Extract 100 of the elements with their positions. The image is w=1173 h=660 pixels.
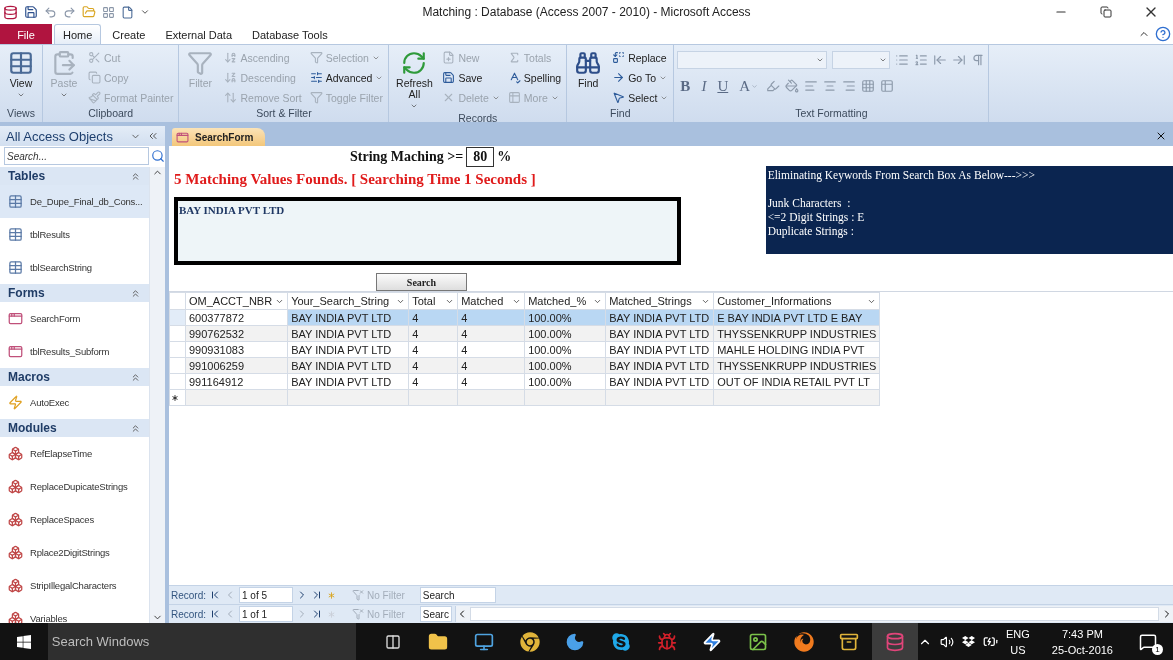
format-button[interactable]: A — [736, 77, 762, 95]
column-header[interactable]: Customer_Informations — [713, 292, 880, 310]
ribbon-tab[interactable]: Home — [54, 24, 102, 44]
last-icon — [311, 608, 323, 620]
scrollbar[interactable] — [149, 167, 165, 623]
ribbon-button[interactable]: Save — [440, 68, 502, 87]
first-record-button[interactable] — [209, 589, 221, 601]
volume-button[interactable] — [940, 634, 954, 649]
layout-button[interactable] — [102, 5, 115, 19]
ribbon-button[interactable]: Replace — [610, 48, 671, 67]
group-label: Sort & Filter — [255, 107, 313, 121]
skype-icon — [611, 631, 631, 652]
format-button[interactable]: B — [677, 77, 694, 95]
ribbon-tab[interactable]: External Data — [156, 24, 242, 44]
font-name-field[interactable] — [677, 51, 828, 69]
restore-icon — [1099, 6, 1112, 18]
format-button[interactable]: I — [698, 77, 710, 95]
align-right-button[interactable] — [842, 79, 857, 93]
column-header[interactable]: OM_ACCT_NBR — [185, 292, 288, 310]
column-header[interactable]: Your_Search_String — [287, 292, 409, 310]
record-search-field[interactable]: Search — [419, 587, 496, 603]
gridlines-button[interactable] — [861, 79, 876, 93]
region-indicator[interactable]: US — [1010, 641, 1026, 658]
dropbox-button[interactable] — [962, 635, 975, 648]
window-icon — [8, 311, 23, 326]
caret-icon — [816, 56, 825, 64]
save-button[interactable] — [24, 5, 38, 19]
last-record-button[interactable] — [311, 608, 323, 620]
ribbon-tab[interactable]: Database Tools — [243, 24, 337, 44]
last-record-button[interactable] — [311, 589, 323, 601]
align-center-button[interactable] — [823, 79, 838, 93]
align-left-button[interactable] — [804, 79, 819, 93]
column-header[interactable]: Total — [408, 292, 458, 310]
language-indicator[interactable]: ENG — [1006, 625, 1030, 642]
ribbon-button[interactable]: Refresh All — [392, 48, 437, 113]
new-button[interactable] — [121, 5, 134, 19]
ribbon-button[interactable]: Find — [570, 48, 607, 91]
highlighter-button[interactable] — [766, 79, 781, 93]
app-logo[interactable] — [3, 4, 18, 20]
search-button[interactable] — [151, 149, 165, 163]
nav-item[interactable]: De_Dupe_Final_db_Cons... — [0, 185, 149, 218]
image-icon — [748, 631, 769, 652]
section-header[interactable]: Macros — [0, 368, 149, 386]
bullet-list-icon — [895, 53, 910, 67]
search-button[interactable]: Search — [376, 273, 467, 291]
help-button[interactable] — [1155, 26, 1171, 42]
column-header[interactable]: Matched_Strings — [605, 292, 714, 310]
paint-bucket-button[interactable] — [785, 79, 800, 93]
funnel-icon — [352, 589, 364, 601]
monitor-icon — [473, 631, 494, 652]
boxes-icon — [8, 479, 23, 494]
record-position-field[interactable]: 1 of 1 — [239, 606, 293, 622]
record-search-field[interactable]: Searc — [419, 606, 452, 622]
record-label: Record: — [171, 608, 206, 620]
folder-icon — [428, 631, 449, 652]
section-header[interactable]: Tables — [0, 167, 149, 185]
boxes-icon — [8, 578, 23, 593]
ribbon-button[interactable]: Advanced — [307, 68, 386, 87]
font-size-field[interactable] — [832, 51, 891, 69]
customize-button[interactable] — [140, 7, 150, 17]
section-header[interactable]: Forms — [0, 284, 149, 302]
open-button[interactable] — [82, 5, 96, 19]
horizontal-scrollbar[interactable] — [454, 606, 1173, 622]
table-button[interactable] — [880, 79, 895, 93]
outdent-button[interactable] — [933, 53, 948, 67]
taskbar-search-field[interactable]: Search Windows — [47, 623, 356, 660]
clock-date[interactable]: 25-Oct-2016 — [1051, 641, 1113, 658]
undo-icon — [44, 5, 57, 19]
lightning-icon — [702, 631, 723, 652]
undo-button[interactable] — [44, 5, 57, 19]
first-record-button[interactable] — [209, 608, 221, 620]
column-header[interactable]: Matched_% — [524, 292, 606, 310]
clock-time[interactable]: 7:43 PM — [1061, 625, 1103, 642]
format-button[interactable]: U — [714, 77, 732, 95]
ribbon-tab[interactable]: File — [0, 24, 52, 44]
document-tab[interactable]: SearchForm — [172, 128, 266, 146]
ribbon-button[interactable]: Go To — [610, 68, 671, 87]
record-position-field[interactable]: 1 of 5 — [239, 587, 293, 603]
search-input[interactable]: BAY INDIA PVT LTD — [174, 197, 681, 265]
pilcrow-button[interactable] — [971, 53, 986, 67]
indent-button[interactable] — [952, 53, 967, 67]
result-message: 5 Matching Values Founds. [ Searching Time 1 Seconds ] — [174, 171, 537, 188]
redo-button[interactable] — [63, 5, 76, 19]
ribbon-tab[interactable]: Create — [103, 24, 155, 44]
numbered-list-button[interactable] — [914, 53, 929, 67]
binoculars-icon — [575, 50, 602, 76]
bullet-list-button[interactable] — [895, 53, 910, 67]
dropbox-icon — [962, 635, 975, 648]
ribbon-button[interactable]: Spelling — [505, 68, 564, 87]
collapse-pane-button[interactable] — [147, 130, 159, 142]
threshold-field[interactable]: 80 — [466, 147, 495, 167]
battery-button[interactable] — [983, 634, 998, 649]
ribbon-button[interactable]: Select — [610, 88, 671, 107]
scissors-icon — [88, 51, 101, 64]
moon-icon — [565, 631, 586, 652]
ribbon-button[interactable]: View — [3, 48, 39, 101]
column-header[interactable]: Matched — [457, 292, 525, 310]
sort-descending-icon — [224, 71, 238, 84]
section-header[interactable]: Modules — [0, 419, 149, 437]
search-field[interactable]: Search... — [4, 147, 149, 165]
